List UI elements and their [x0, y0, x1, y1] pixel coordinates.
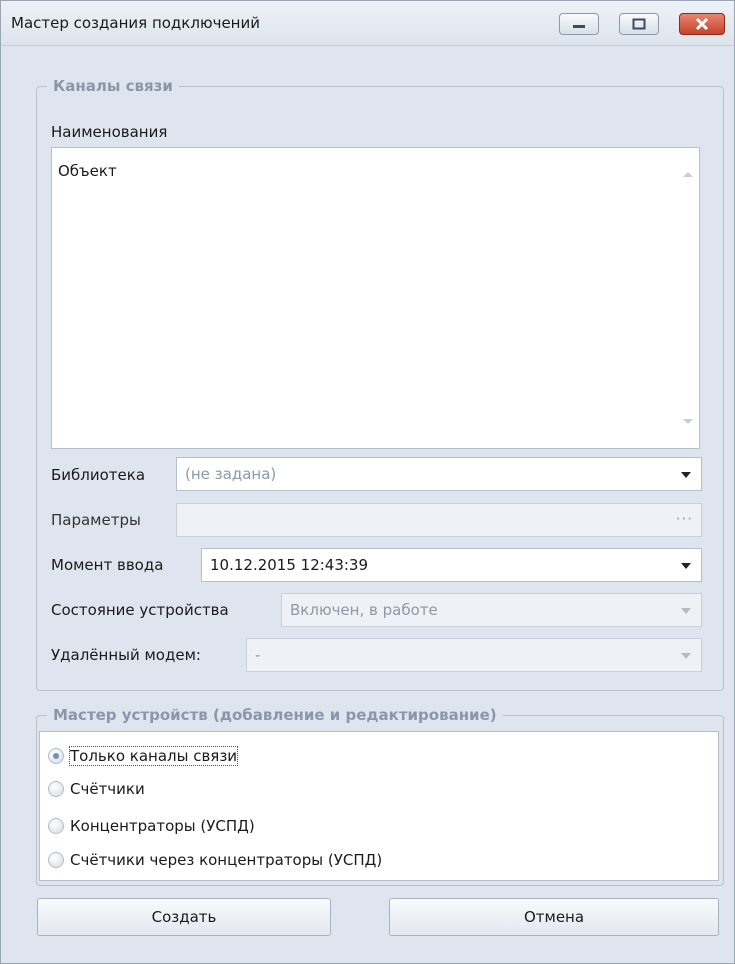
radio-icon[interactable] — [48, 818, 64, 834]
window-title: Мастер создания подключений — [11, 14, 260, 32]
state-value: Включен, в работе — [290, 601, 438, 619]
close-button[interactable] — [679, 13, 725, 35]
scroll-up-icon[interactable] — [683, 172, 693, 177]
cancel-button[interactable]: Отмена — [389, 898, 719, 936]
names-label: Наименования — [51, 123, 168, 141]
option-meters[interactable]: Счётчики — [48, 775, 145, 803]
library-select[interactable]: (не задана) — [176, 457, 702, 491]
moment-label: Момент ввода — [51, 556, 164, 574]
chevron-down-icon[interactable] — [681, 608, 691, 614]
radio-icon[interactable] — [48, 781, 64, 797]
state-label: Состояние устройства — [51, 601, 229, 619]
radio-icon[interactable] — [48, 852, 64, 868]
wizard-window: Мастер создания подключений Каналы связи… — [0, 0, 735, 964]
scroll-down-icon[interactable] — [683, 419, 693, 424]
params-field[interactable]: ··· — [176, 503, 702, 537]
create-button[interactable]: Создать — [37, 898, 331, 936]
option-meters-via-concentrators[interactable]: Счётчики через концентраторы (УСПД) — [48, 846, 382, 874]
wizard-options-list: Только каналы связи Счётчики Концентрато… — [39, 731, 719, 881]
names-scrollbar[interactable] — [677, 148, 699, 448]
modem-value: - — [255, 646, 261, 664]
option-channels-only[interactable]: Только каналы связи — [48, 742, 239, 770]
names-textarea[interactable]: Объект — [51, 147, 700, 449]
modem-label: Удалённый модем: — [51, 646, 201, 664]
option-label: Счётчики — [70, 780, 145, 798]
minimize-button[interactable] — [559, 13, 599, 35]
option-label: Только каналы связи — [68, 746, 239, 766]
moment-value: 10.12.2015 12:43:39 — [210, 556, 369, 574]
radio-checked-icon[interactable] — [48, 748, 64, 764]
params-label: Параметры — [51, 511, 141, 529]
chevron-down-icon[interactable] — [681, 653, 691, 659]
chevron-down-icon[interactable] — [681, 472, 691, 478]
state-select[interactable]: Включен, в работе — [281, 593, 702, 627]
chevron-down-icon[interactable] — [681, 563, 691, 569]
minimize-icon — [573, 25, 585, 28]
option-concentrators[interactable]: Концентраторы (УСПД) — [48, 812, 255, 840]
ellipsis-icon[interactable]: ··· — [676, 510, 693, 528]
library-value: (не задана) — [185, 465, 277, 483]
maximize-icon — [632, 18, 646, 30]
library-label: Библиотека — [51, 466, 146, 484]
moment-datetime-picker[interactable]: 10.12.2015 12:43:39 — [201, 548, 702, 582]
wizard-legend: Мастер устройств (добавление и редактиро… — [53, 706, 497, 724]
option-label: Счётчики через концентраторы (УСПД) — [70, 851, 383, 869]
modem-select[interactable]: - — [246, 638, 702, 672]
option-label: Концентраторы (УСПД) — [70, 817, 255, 835]
close-icon — [695, 18, 709, 30]
channels-legend: Каналы связи — [53, 77, 173, 95]
names-text: Объект — [58, 162, 117, 180]
maximize-button[interactable] — [619, 13, 659, 35]
title-bar[interactable]: Мастер создания подключений — [1, 1, 734, 46]
